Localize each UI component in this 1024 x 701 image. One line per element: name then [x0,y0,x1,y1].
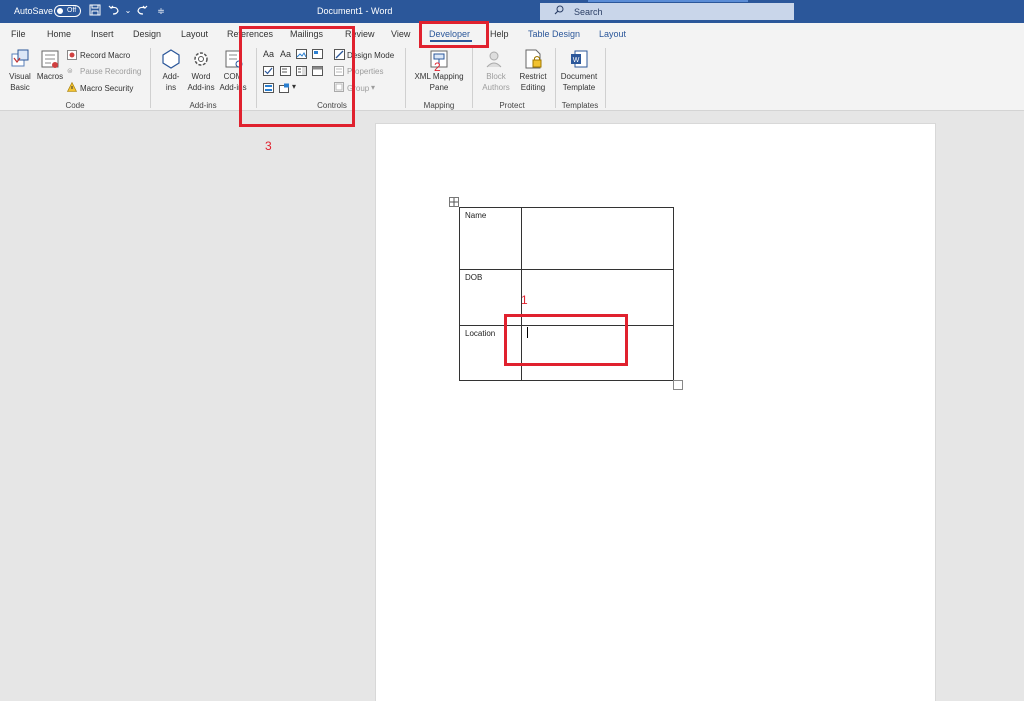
macro-security-button[interactable]: Macro Security [80,84,133,93]
svg-text:W: W [573,57,580,64]
mapping-group-label: Mapping [423,101,455,110]
title-bar: AutoSave Off ⌄ ≑ Document1 - Word Search [0,0,1024,23]
tab-help[interactable]: Help [490,29,509,39]
record-macro-icon [67,50,77,60]
visual-basic-button[interactable]: Visual Basic [5,48,35,93]
search-box[interactable]: Search [540,3,794,20]
word-add-ins-label: Word Add-ins [187,72,215,92]
search-placeholder: Search [574,7,603,17]
undo-dropdown-icon[interactable]: ⌄ [121,4,135,18]
tab-design[interactable]: Design [133,29,161,39]
xml-mapping-pane-label: XML Mapping Pane [414,72,464,92]
visual-basic-label: Visual Basic [9,72,31,92]
templates-group-label: Templates [561,101,599,110]
table-row: Name [459,207,674,270]
warning-icon [67,82,77,92]
tab-home[interactable]: Home [47,29,71,39]
redo-icon[interactable] [135,4,149,18]
ribbon-tabs: File Home Insert Design Layout Reference… [0,23,1024,44]
restrict-editing-icon [525,49,542,69]
document-template-label: Document Template [560,72,598,92]
name-label-cell[interactable]: Name [459,207,522,270]
group-separator [555,48,556,108]
tab-table-layout[interactable]: Layout [599,29,626,39]
macros-button[interactable]: Macros [36,48,64,82]
restrict-editing-button[interactable]: Restrict Editing [515,48,551,93]
document-template-button[interactable]: W Document Template [558,48,600,93]
tab-view[interactable]: View [391,29,410,39]
block-authors-icon [486,51,502,68]
add-ins-button[interactable]: Add-ins [157,48,185,93]
add-ins-label: Add-ins [162,72,180,92]
table-move-handle[interactable] [449,197,459,207]
save-icon[interactable] [88,4,102,18]
search-icon [554,5,564,15]
visual-basic-icon [11,49,29,67]
word-add-ins-button[interactable]: Word Add-ins [186,48,216,93]
group-separator [405,48,406,108]
ribbon: Visual Basic Macros Record Macro ⊜ Pause… [0,44,1024,111]
annotation-number-1: 1 [521,293,528,307]
macros-label: Macros [36,72,64,81]
protect-group-label: Protect [499,101,525,110]
tab-file[interactable]: File [11,29,26,39]
undo-icon[interactable] [107,4,121,18]
macros-icon [41,50,59,68]
autosave-toggle[interactable]: Off [54,5,81,17]
table-resize-handle[interactable] [673,380,683,390]
group-separator [150,48,151,108]
add-ins-group-label: Add-ins [189,101,217,110]
tab-insert[interactable]: Insert [91,29,114,39]
add-ins-icon [162,49,180,69]
customize-qat-icon[interactable]: ≑ [154,4,168,18]
group-dropdown-icon: ▾ [371,83,376,92]
name-value-cell[interactable] [521,207,674,270]
tab-layout[interactable]: Layout [181,29,208,39]
annotation-box-location-cell [504,314,628,366]
annotation-number-2: 2 [434,60,441,74]
annotation-box-controls [239,26,355,127]
toggle-knob [57,8,63,14]
restrict-editing-label: Restrict Editing [519,72,547,92]
group-separator [605,48,606,108]
word-document-icon: W [571,50,588,68]
block-authors-label: Block Authors [482,72,510,92]
gear-icon [194,52,208,66]
block-authors-button[interactable]: Block Authors [477,48,515,93]
pause-icon: ⊜ [67,68,73,75]
group-separator [472,48,473,108]
record-macro-button[interactable]: Record Macro [80,51,130,60]
document-title: Document1 - Word [317,6,393,16]
annotation-box-developer-tab [419,21,489,48]
toggle-state-label: Off [67,7,77,14]
move-arrows-icon [450,198,458,206]
autosave-label: AutoSave [14,6,54,16]
annotation-number-3: 3 [265,139,272,153]
code-group-label: Code [65,101,85,110]
pause-recording-button[interactable]: Pause Recording [80,67,141,76]
title-accent-bar [588,0,748,2]
tab-table-design[interactable]: Table Design [528,29,580,39]
